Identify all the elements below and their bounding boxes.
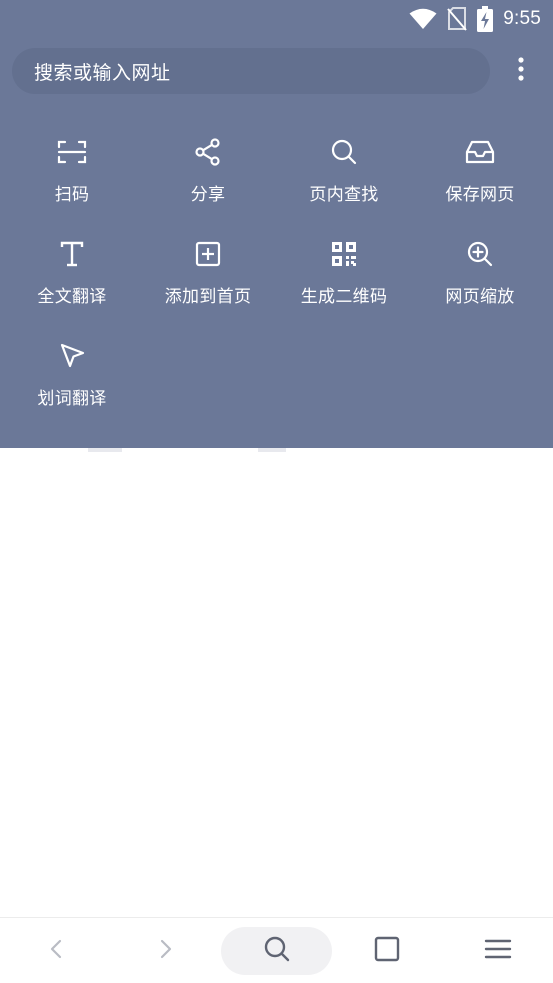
tool-label: 网页缩放	[445, 287, 515, 307]
no-sim-icon	[447, 7, 467, 31]
tool-page-zoom[interactable]: 网页缩放	[412, 234, 548, 336]
inbox-save-icon	[464, 136, 496, 168]
hamburger-menu-icon	[484, 938, 512, 964]
zoom-in-icon	[464, 238, 496, 270]
tool-label: 保存网页	[445, 185, 515, 205]
tool-add-to-home[interactable]: 添加到首页	[140, 234, 276, 336]
tool-label: 页内查找	[309, 185, 379, 205]
tool-share[interactable]: 分享	[140, 132, 276, 234]
scan-icon	[56, 136, 88, 168]
chevron-left-icon	[49, 938, 63, 964]
more-options-button[interactable]	[501, 48, 541, 94]
tool-save-page[interactable]: 保存网页	[412, 132, 548, 234]
qr-code-icon	[328, 238, 360, 270]
tool-scan[interactable]: 扫码	[4, 132, 140, 234]
square-icon	[374, 936, 400, 966]
search-icon	[263, 935, 291, 967]
chevron-right-icon	[159, 938, 173, 964]
bottom-navigation	[0, 917, 553, 983]
battery-charging-icon	[477, 6, 494, 32]
wifi-icon	[409, 8, 437, 30]
tool-label: 划词翻译	[37, 389, 107, 409]
page-content-remnant	[258, 448, 286, 452]
tool-label: 生成二维码	[300, 287, 388, 307]
page-content-remnant	[88, 448, 122, 452]
status-bar: 9:55	[0, 0, 553, 38]
tool-label: 添加到首页	[164, 287, 252, 307]
tool-translate-full[interactable]: 全文翻译	[4, 234, 140, 336]
tool-label: 扫码	[54, 185, 90, 205]
tool-find-in-page[interactable]: 页内查找	[276, 132, 412, 234]
address-placeholder: 搜索或输入网址	[34, 61, 171, 84]
browser-screen: 9:55 搜索或输入网址 扫码 分享 页内查找 保存网页 全文翻译 添加到首页 …	[0, 0, 553, 983]
tool-generate-qr[interactable]: 生成二维码	[276, 234, 412, 336]
address-bar[interactable]: 搜索或输入网址	[12, 48, 490, 94]
tools-grid: 扫码 分享 页内查找 保存网页 全文翻译 添加到首页 生成二维码 网页缩放 划词…	[4, 132, 548, 438]
search-button[interactable]	[221, 927, 332, 975]
tool-word-translate[interactable]: 划词翻译	[4, 336, 140, 438]
pointer-icon	[56, 340, 88, 372]
tools-panel: 9:55 搜索或输入网址 扫码 分享 页内查找 保存网页 全文翻译 添加到首页 …	[0, 0, 553, 448]
back-button[interactable]	[30, 927, 82, 975]
status-time: 9:55	[503, 8, 541, 29]
search-icon	[328, 136, 360, 168]
text-icon	[56, 238, 88, 270]
add-square-icon	[192, 238, 224, 270]
tool-label: 分享	[190, 185, 226, 205]
tabs-button[interactable]	[361, 927, 413, 975]
share-icon	[192, 136, 224, 168]
search-row: 搜索或输入网址	[12, 48, 541, 94]
tool-label: 全文翻译	[37, 287, 107, 307]
menu-button[interactable]	[472, 927, 524, 975]
forward-button[interactable]	[140, 927, 192, 975]
more-vertical-icon	[518, 57, 524, 85]
